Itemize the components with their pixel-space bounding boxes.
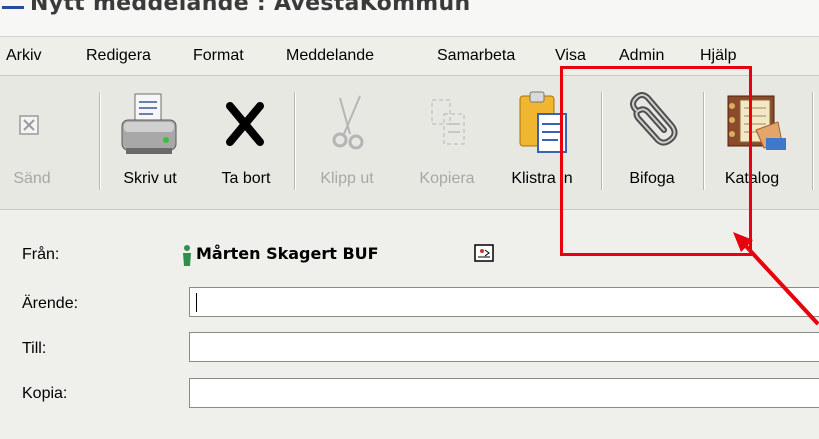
catalog-button[interactable]: Katalog xyxy=(708,76,796,210)
print-label: Skriv ut xyxy=(123,170,177,187)
cc-input[interactable] xyxy=(189,378,819,408)
cut-button[interactable]: Klipp ut xyxy=(298,76,396,210)
message-icon xyxy=(2,6,24,20)
to-label: Till: xyxy=(22,340,47,357)
paste-icon xyxy=(519,91,567,153)
cc-label: Kopia: xyxy=(22,385,68,402)
catalog-label: Katalog xyxy=(724,170,780,187)
subject-label: Ärende: xyxy=(22,295,79,312)
copy-icon xyxy=(431,99,465,145)
toolbar-separator xyxy=(703,92,705,190)
window-title: Nytt meddelande : AvestaKommun xyxy=(30,0,471,16)
menu-hjalp[interactable]: Hjälp xyxy=(700,47,736,65)
menu-meddelande[interactable]: Meddelande xyxy=(286,47,374,65)
delete-label: Ta bort xyxy=(221,170,271,187)
address-book-icon xyxy=(727,95,786,150)
copy-button[interactable]: Kopiera xyxy=(402,76,492,210)
to-input[interactable] xyxy=(189,332,819,362)
paste-label: Klistra in xyxy=(511,170,573,187)
scissors-icon xyxy=(332,95,364,150)
print-button[interactable]: Skriv ut xyxy=(108,76,192,210)
toolbar-separator xyxy=(812,92,814,190)
attach-label: Bifoga xyxy=(629,170,675,187)
printer-icon xyxy=(121,93,177,154)
cut-label: Klipp ut xyxy=(320,170,374,187)
subject-input[interactable] xyxy=(189,287,819,317)
from-sender[interactable]: Mårten Skagert BUF xyxy=(196,244,379,263)
menu-format[interactable]: Format xyxy=(193,47,244,65)
contact-card-icon[interactable] xyxy=(474,244,494,262)
send-icon xyxy=(19,115,39,135)
menu-bar: Arkiv Redigera Format Meddelande Samarbe… xyxy=(0,36,819,76)
message-header-form: Från: Mårten Skagert BUF Ärende: Till: K… xyxy=(0,210,819,439)
send-button[interactable]: Sänd xyxy=(4,76,60,210)
text-caret xyxy=(196,293,197,312)
toolbar-separator xyxy=(99,92,101,190)
menu-visa[interactable]: Visa xyxy=(555,47,586,65)
delete-button[interactable]: Ta bort xyxy=(204,76,288,210)
menu-samarbeta[interactable]: Samarbeta xyxy=(437,47,515,65)
menu-redigera[interactable]: Redigera xyxy=(86,47,151,65)
toolbar-separator xyxy=(294,92,296,190)
person-icon xyxy=(183,245,191,266)
menu-admin[interactable]: Admin xyxy=(619,47,664,65)
attach-button[interactable]: Bifoga xyxy=(606,76,698,210)
toolbar: Sänd Skriv ut Ta bort Klipp ut Kopiera K… xyxy=(0,76,819,210)
from-label: Från: xyxy=(22,246,60,263)
menu-arkiv[interactable]: Arkiv xyxy=(6,47,42,65)
paperclip-icon xyxy=(630,92,678,146)
toolbar-separator xyxy=(601,92,603,190)
paste-button[interactable]: Klistra in xyxy=(492,76,592,210)
delete-x-icon xyxy=(226,102,264,146)
copy-label: Kopiera xyxy=(419,170,475,187)
title-bar: Nytt meddelande : AvestaKommun xyxy=(0,0,819,36)
send-label: Sänd xyxy=(13,170,51,187)
